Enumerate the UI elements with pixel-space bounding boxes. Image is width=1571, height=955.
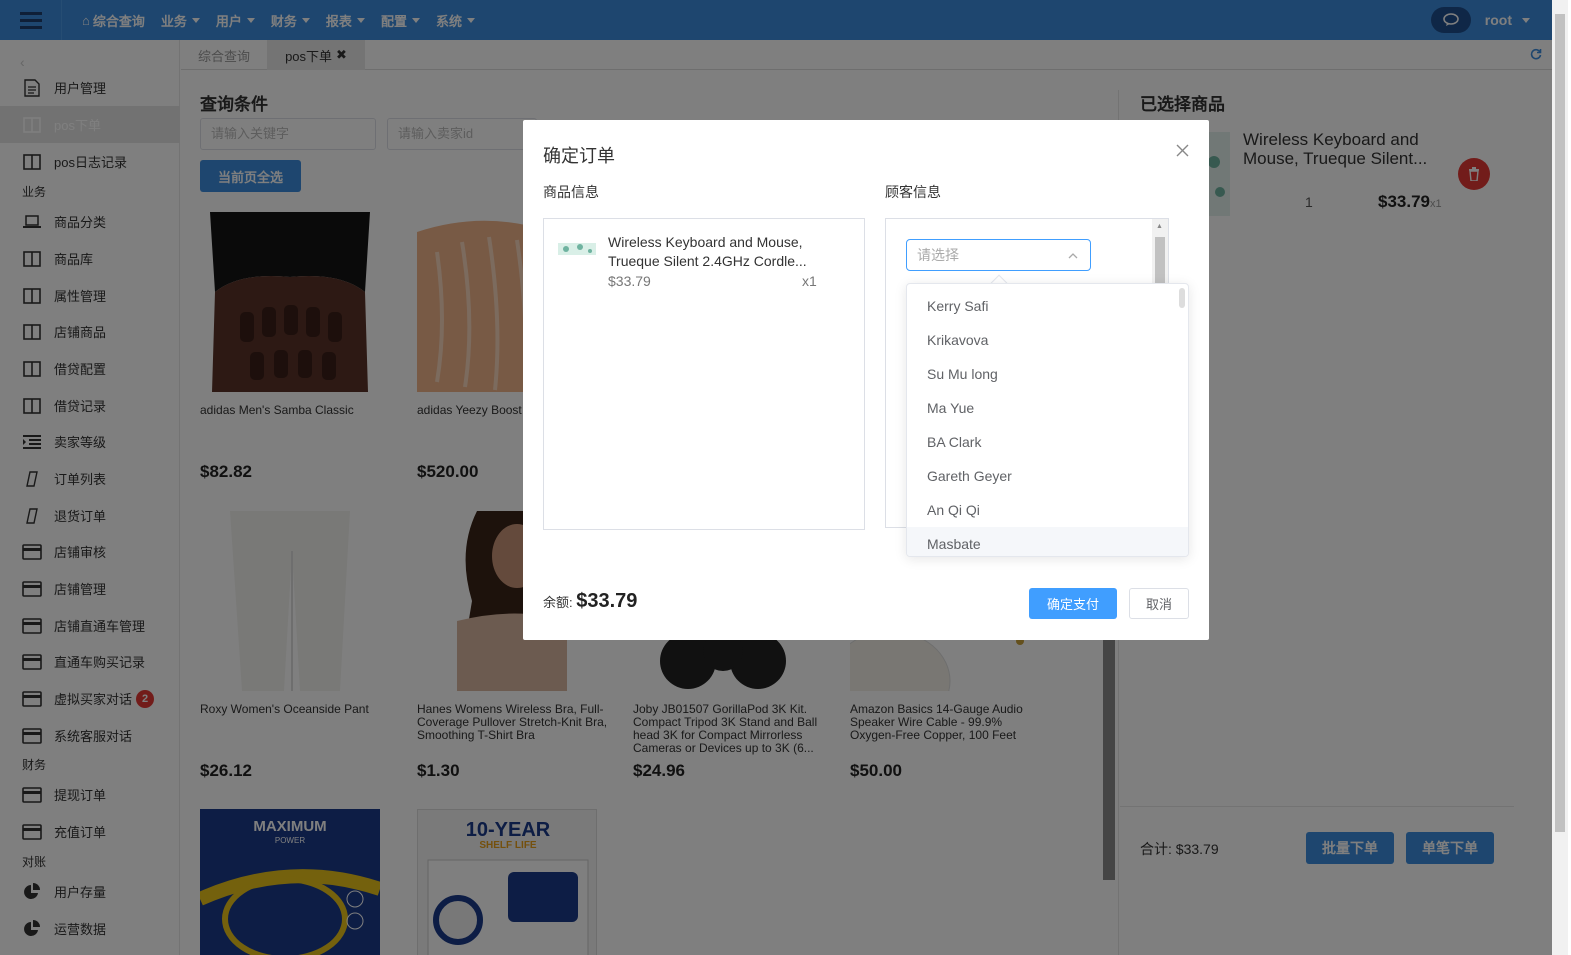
dialog-title: 确定订单 [543, 146, 615, 166]
goods-qty: x1 [802, 273, 817, 289]
balance: 余额: $33.79 [543, 590, 638, 612]
goods-price: $33.79 [608, 273, 651, 289]
customer-dropdown: Kerry Safi Krikavova Su Mu long Ma Yue BA Cl… [906, 283, 1189, 557]
page-scrollbar[interactable] [1552, 0, 1568, 955]
dropdown-option[interactable]: Masbate [907, 527, 1188, 556]
chevron-up-icon [1068, 240, 1078, 270]
customer-select[interactable]: 请选择 [906, 239, 1091, 271]
confirm-order-dialog: 确定订单 商品信息 顾客信息 Wireless Keyboard and Mou… [523, 120, 1209, 640]
arrow-up-icon[interactable]: ▲ [1156, 223, 1163, 230]
confirm-pay-button[interactable]: 确定支付 [1029, 588, 1117, 619]
dropdown-option[interactable]: Gareth Geyer [907, 459, 1188, 493]
dropdown-option[interactable]: An Qi Qi [907, 493, 1188, 527]
dropdown-option[interactable]: Ma Yue [907, 391, 1188, 425]
customer-info-label: 顾客信息 [885, 184, 941, 200]
goods-info-label: 商品信息 [543, 184, 599, 200]
goods-list: Wireless Keyboard and Mouse, Trueque Sil… [543, 218, 865, 530]
goods-image [556, 237, 598, 263]
goods-name: Wireless Keyboard and Mouse, Trueque Sil… [608, 234, 807, 269]
cancel-button[interactable]: 取消 [1129, 588, 1189, 619]
dropdown-option[interactable]: BA Clark [907, 425, 1188, 459]
dropdown-option[interactable]: Kerry Safi [907, 289, 1188, 323]
dropdown-option[interactable]: Su Mu long [907, 357, 1188, 391]
dropdown-option[interactable]: Krikavova [907, 323, 1188, 357]
close-icon[interactable] [1176, 144, 1189, 160]
